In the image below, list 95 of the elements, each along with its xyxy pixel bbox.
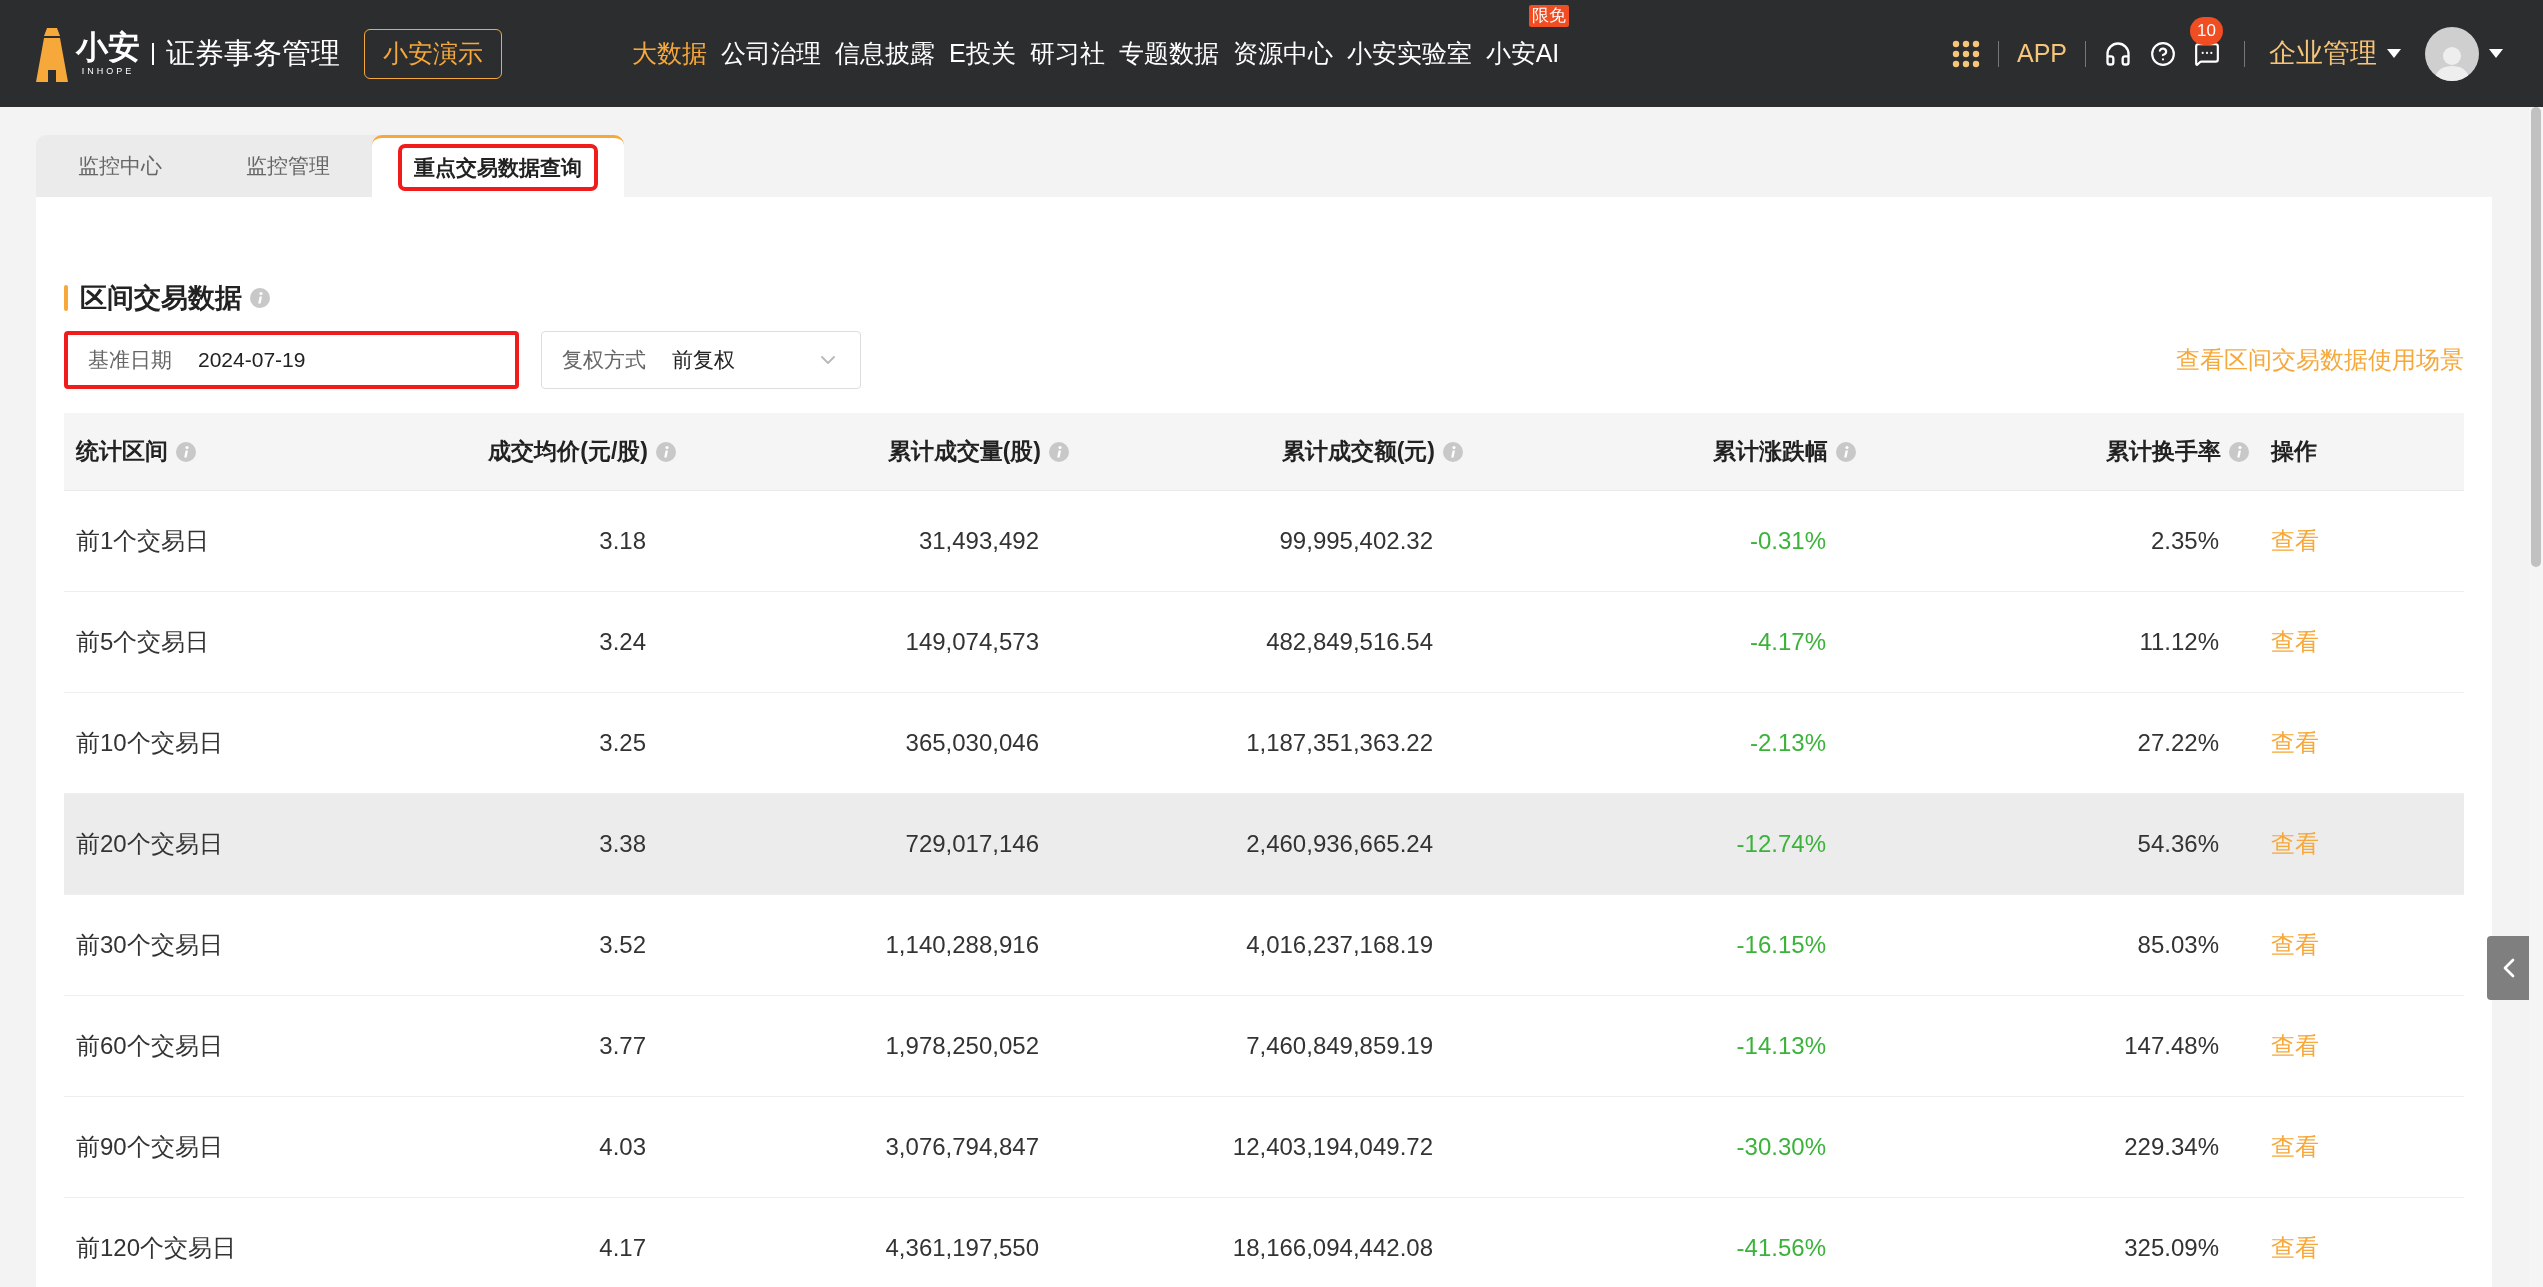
nav-link[interactable]: 专题数据 [1118,38,1219,67]
column-header: 累计涨跌幅 [1713,437,1828,467]
table-cell: 31,493,492 [918,527,1039,554]
table-cell: 3,076,794,847 [885,1133,1039,1160]
nav-link[interactable]: E投关 [949,38,1016,67]
company-menu[interactable]: 企业管理 [2269,33,2401,74]
nav-link[interactable]: 资源中心 [1232,38,1333,67]
select-field[interactable]: 复权方式 前复权 [541,331,861,389]
table-cell: 1,140,288,916 [885,931,1039,958]
table-cell: 1,978,250,052 [885,1032,1039,1059]
table-cell: -2.13% [1749,729,1826,756]
table-cell: -41.56% [1736,1234,1826,1261]
tab[interactable]: 监控管理 [204,135,372,197]
nav-link[interactable]: 小安AI [1485,38,1560,67]
collapse-panel-button[interactable] [2487,936,2531,1000]
scrollbar-thumb[interactable] [2531,107,2541,567]
table-cell: 4,016,237,168.19 [1246,931,1433,958]
nav-link[interactable]: 研习社 [1029,38,1105,67]
table-cell: 前30个交易日 [76,931,223,958]
lighthouse-logo-icon [36,25,68,82]
nav-link[interactable]: 信息披露 [835,38,935,67]
table-cell: 前10个交易日 [76,729,223,756]
table-cell: 前20个交易日 [76,830,223,857]
table-cell: 54.36% [2137,830,2219,857]
notification-badge: 10 [2190,16,2223,45]
table-cell: 99,995,402.32 [1279,527,1433,554]
info-icon [250,288,270,308]
table-cell: 2,460,936,665.24 [1246,830,1433,857]
info-icon [1836,441,1856,462]
table-cell: 85.03% [2137,931,2219,958]
column-header: 累计成交额(元) [1281,437,1435,467]
table-cell: -4.17% [1749,628,1826,655]
column-header: 累计换手率 [2106,437,2221,467]
apps-grid-icon[interactable] [1951,39,1980,68]
nav-link[interactable]: 公司治理 [721,38,821,67]
info-icon [656,441,676,462]
headset-icon[interactable] [2104,39,2132,68]
avatar-silhouette-icon [2425,26,2479,81]
table-cell: 4,361,197,550 [885,1234,1039,1261]
info-icon [1049,441,1069,462]
promo-badge: 限免 [1529,4,1570,27]
column-header: 成交均价(元/股) [488,437,648,467]
info-icon [176,441,196,462]
table-cell: 2.35% [2150,527,2219,554]
table-cell: 前60个交易日 [76,1032,223,1059]
table-cell: 3.24 [599,628,646,655]
table-cell: 325.09% [2124,1234,2219,1261]
table-cell: 前90个交易日 [76,1133,223,1160]
table-cell: 前5个交易日 [76,628,210,655]
caret-down-icon [2489,49,2503,58]
logo-text: 小安 [76,31,140,63]
table-cell: 1,187,351,363.22 [1246,729,1433,756]
table-cell: 149,074,573 [905,628,1039,655]
column-header: 统计区间 [76,437,168,467]
table-cell: 11.12% [2139,628,2219,655]
help-icon[interactable] [2150,40,2176,67]
table-cell: 27.22% [2137,729,2219,756]
date-field[interactable]: 基准日期 2024-07-19 [64,331,519,389]
table-cell: 18,166,094,442.08 [1232,1234,1433,1261]
info-icon [2229,441,2249,462]
table-cell: 7,460,849,859.19 [1246,1032,1433,1059]
table-cell: -12.74% [1736,830,1826,857]
table-cell: -30.30% [1736,1133,1826,1160]
table-cell: 482,849,516.54 [1266,628,1433,655]
table-cell: 3.25 [599,729,646,756]
table-cell: 4.03 [599,1133,646,1160]
app-link[interactable]: APP [2016,34,2067,73]
info-icon [1443,441,1463,462]
demo-button[interactable]: 小安演示 [364,28,502,79]
nav-link[interactable]: 大数据 [632,38,707,67]
table-cell: 147.48% [2124,1032,2219,1059]
table-cell: -0.31% [1749,527,1826,554]
table-cell: 前120个交易日 [76,1234,237,1261]
table-cell: -14.13% [1736,1032,1826,1059]
tab[interactable]: 重点交易数据查询 [372,135,624,197]
tab[interactable]: 监控中心 [36,135,204,197]
table-cell: 3.77 [599,1032,646,1059]
table-cell: 3.52 [599,931,646,958]
table-cell: 729,017,146 [905,830,1039,857]
caret-down-icon [2387,49,2401,58]
table-cell: 4.17 [599,1234,646,1261]
table-cell: 12,403,194,049.72 [1232,1133,1433,1160]
logo-subtext: INHOPE [81,67,135,76]
table-cell: 前1个交易日 [76,527,210,554]
nav-link[interactable]: 小安实验室 [1346,38,1472,67]
table-cell: -16.15% [1736,931,1826,958]
table-cell: 365,030,046 [905,729,1039,756]
table-cell: 3.38 [599,830,646,857]
avatar-menu[interactable] [2425,26,2503,81]
column-header: 累计成交量(股) [887,437,1041,467]
product-title: 证券事务管理 [166,35,340,71]
table-cell: 229.34% [2124,1133,2219,1160]
column-header: 操作 [2271,437,2317,467]
section-title: 区间交易数据 [80,281,242,315]
table-cell: 3.18 [599,527,646,554]
